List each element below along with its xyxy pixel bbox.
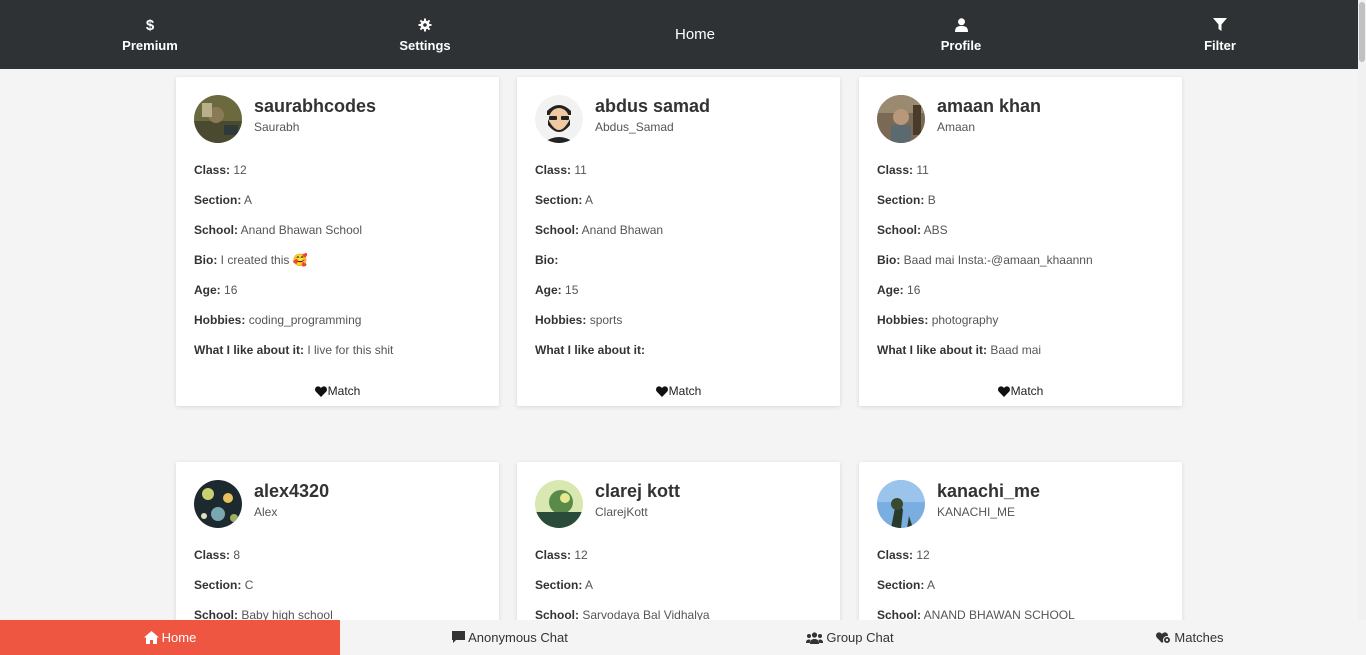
avatar[interactable] <box>535 480 583 528</box>
field-section: Section: A <box>535 193 594 207</box>
profile-card: saurabhcodes Saurabh Class: 12 Section: … <box>176 77 499 406</box>
field-class: Class: 12 <box>194 163 247 177</box>
username: kanachi_me <box>937 481 1041 501</box>
field-bio: Bio: <box>535 253 559 267</box>
scrollbar-thumb[interactable] <box>1359 2 1365 62</box>
field-section: Section: A <box>877 578 936 592</box>
nav-filter[interactable]: Filter <box>1180 0 1260 69</box>
field-section: Section: B <box>877 193 936 207</box>
field-age: Age: 15 <box>535 283 579 297</box>
field-class: Class: 12 <box>877 548 930 562</box>
display-name: ClarejKott <box>595 505 648 519</box>
field-school: School: Anand Bhawan <box>535 223 664 237</box>
field-age: Age: 16 <box>877 283 921 297</box>
heart-icon <box>997 385 1010 397</box>
bottom-tab-anonymous-chat[interactable]: Anonymous Chat <box>340 620 680 655</box>
display-name: Amaan <box>937 120 976 134</box>
profile-card: amaan khan Amaan Class: 11 Section: B Sc… <box>859 77 1182 406</box>
avatar[interactable] <box>877 95 925 143</box>
field-bio: Bio: Baad mai Insta:-@amaan_khaannn <box>877 253 1093 267</box>
match-button[interactable]: Match <box>517 384 840 398</box>
dollar-icon: $ <box>145 17 155 33</box>
match-button[interactable]: Match <box>176 384 499 398</box>
comment-icon <box>452 631 466 643</box>
display-name: Alex <box>254 505 278 519</box>
bottom-tab-group-chat[interactable]: Group Chat <box>680 620 1020 655</box>
heart-icon <box>655 385 668 397</box>
nav-home-label: Home <box>674 26 715 43</box>
field-class: Class: 12 <box>535 548 588 562</box>
field-class: Class: 11 <box>877 163 929 177</box>
nav-profile[interactable]: Profile <box>921 0 1001 69</box>
top-navbar: $ Premium Settings Home Profile Filter <box>0 0 1358 69</box>
field-bio: Bio: I created this 🥰 <box>194 253 308 267</box>
display-name: KANACHI_ME <box>937 505 1016 519</box>
field-hobbies: Hobbies: photography <box>877 313 999 327</box>
heart-icon <box>314 385 327 397</box>
nav-filter-label: Filter <box>1204 37 1236 53</box>
avatar[interactable] <box>535 95 583 143</box>
svg-text:$: $ <box>146 17 155 33</box>
home-icon <box>143 631 159 644</box>
field-class: Class: 8 <box>194 548 241 562</box>
nav-home[interactable]: Home <box>655 0 735 69</box>
avatar[interactable] <box>194 480 242 528</box>
field-like: What I like about it: Baad mai <box>877 343 1042 357</box>
avatar[interactable] <box>194 95 242 143</box>
profile-card: abdus samad Abdus_Samad Class: 11 Sectio… <box>517 77 840 406</box>
field-school: School: Anand Bhawan School <box>194 223 363 237</box>
field-hobbies: Hobbies: sports <box>535 313 623 327</box>
nav-settings-label: Settings <box>399 37 451 53</box>
field-age: Age: 16 <box>194 283 238 297</box>
username: abdus samad <box>595 96 711 116</box>
field-hobbies: Hobbies: coding_programming <box>194 313 362 327</box>
field-class: Class: 11 <box>535 163 587 177</box>
display-name: Abdus_Samad <box>595 120 674 134</box>
bottom-tab-home[interactable]: Home <box>0 620 340 655</box>
field-section: Section: A <box>194 193 253 207</box>
display-name: Saurabh <box>254 120 300 134</box>
nav-premium[interactable]: $ Premium <box>110 0 190 69</box>
bottom-navbar: Home Anonymous Chat Group Chat Matches <box>0 620 1366 655</box>
scrollbar[interactable] <box>1358 0 1366 655</box>
bottom-tab-matches[interactable]: Matches <box>1020 620 1360 655</box>
nav-premium-label: Premium <box>122 37 178 53</box>
gear-icon <box>418 17 432 33</box>
nav-profile-label: Profile <box>940 37 982 53</box>
field-section: Section: A <box>535 578 594 592</box>
users-icon <box>806 631 824 644</box>
avatar[interactable] <box>877 480 925 528</box>
nav-settings[interactable]: Settings <box>385 0 465 69</box>
username: alex4320 <box>254 481 330 501</box>
user-icon <box>954 17 968 33</box>
field-section: Section: C <box>194 578 254 592</box>
field-school: School: ABS <box>877 223 948 237</box>
match-button[interactable]: Match <box>859 384 1182 398</box>
username: amaan khan <box>937 96 1042 116</box>
heart-cog-icon <box>1156 632 1172 644</box>
filter-icon <box>1213 17 1227 33</box>
username: clarej kott <box>595 481 681 501</box>
field-like: What I like about it: I live for this sh… <box>194 343 394 357</box>
field-like: What I like about it: <box>535 343 645 357</box>
username: saurabhcodes <box>254 96 377 116</box>
